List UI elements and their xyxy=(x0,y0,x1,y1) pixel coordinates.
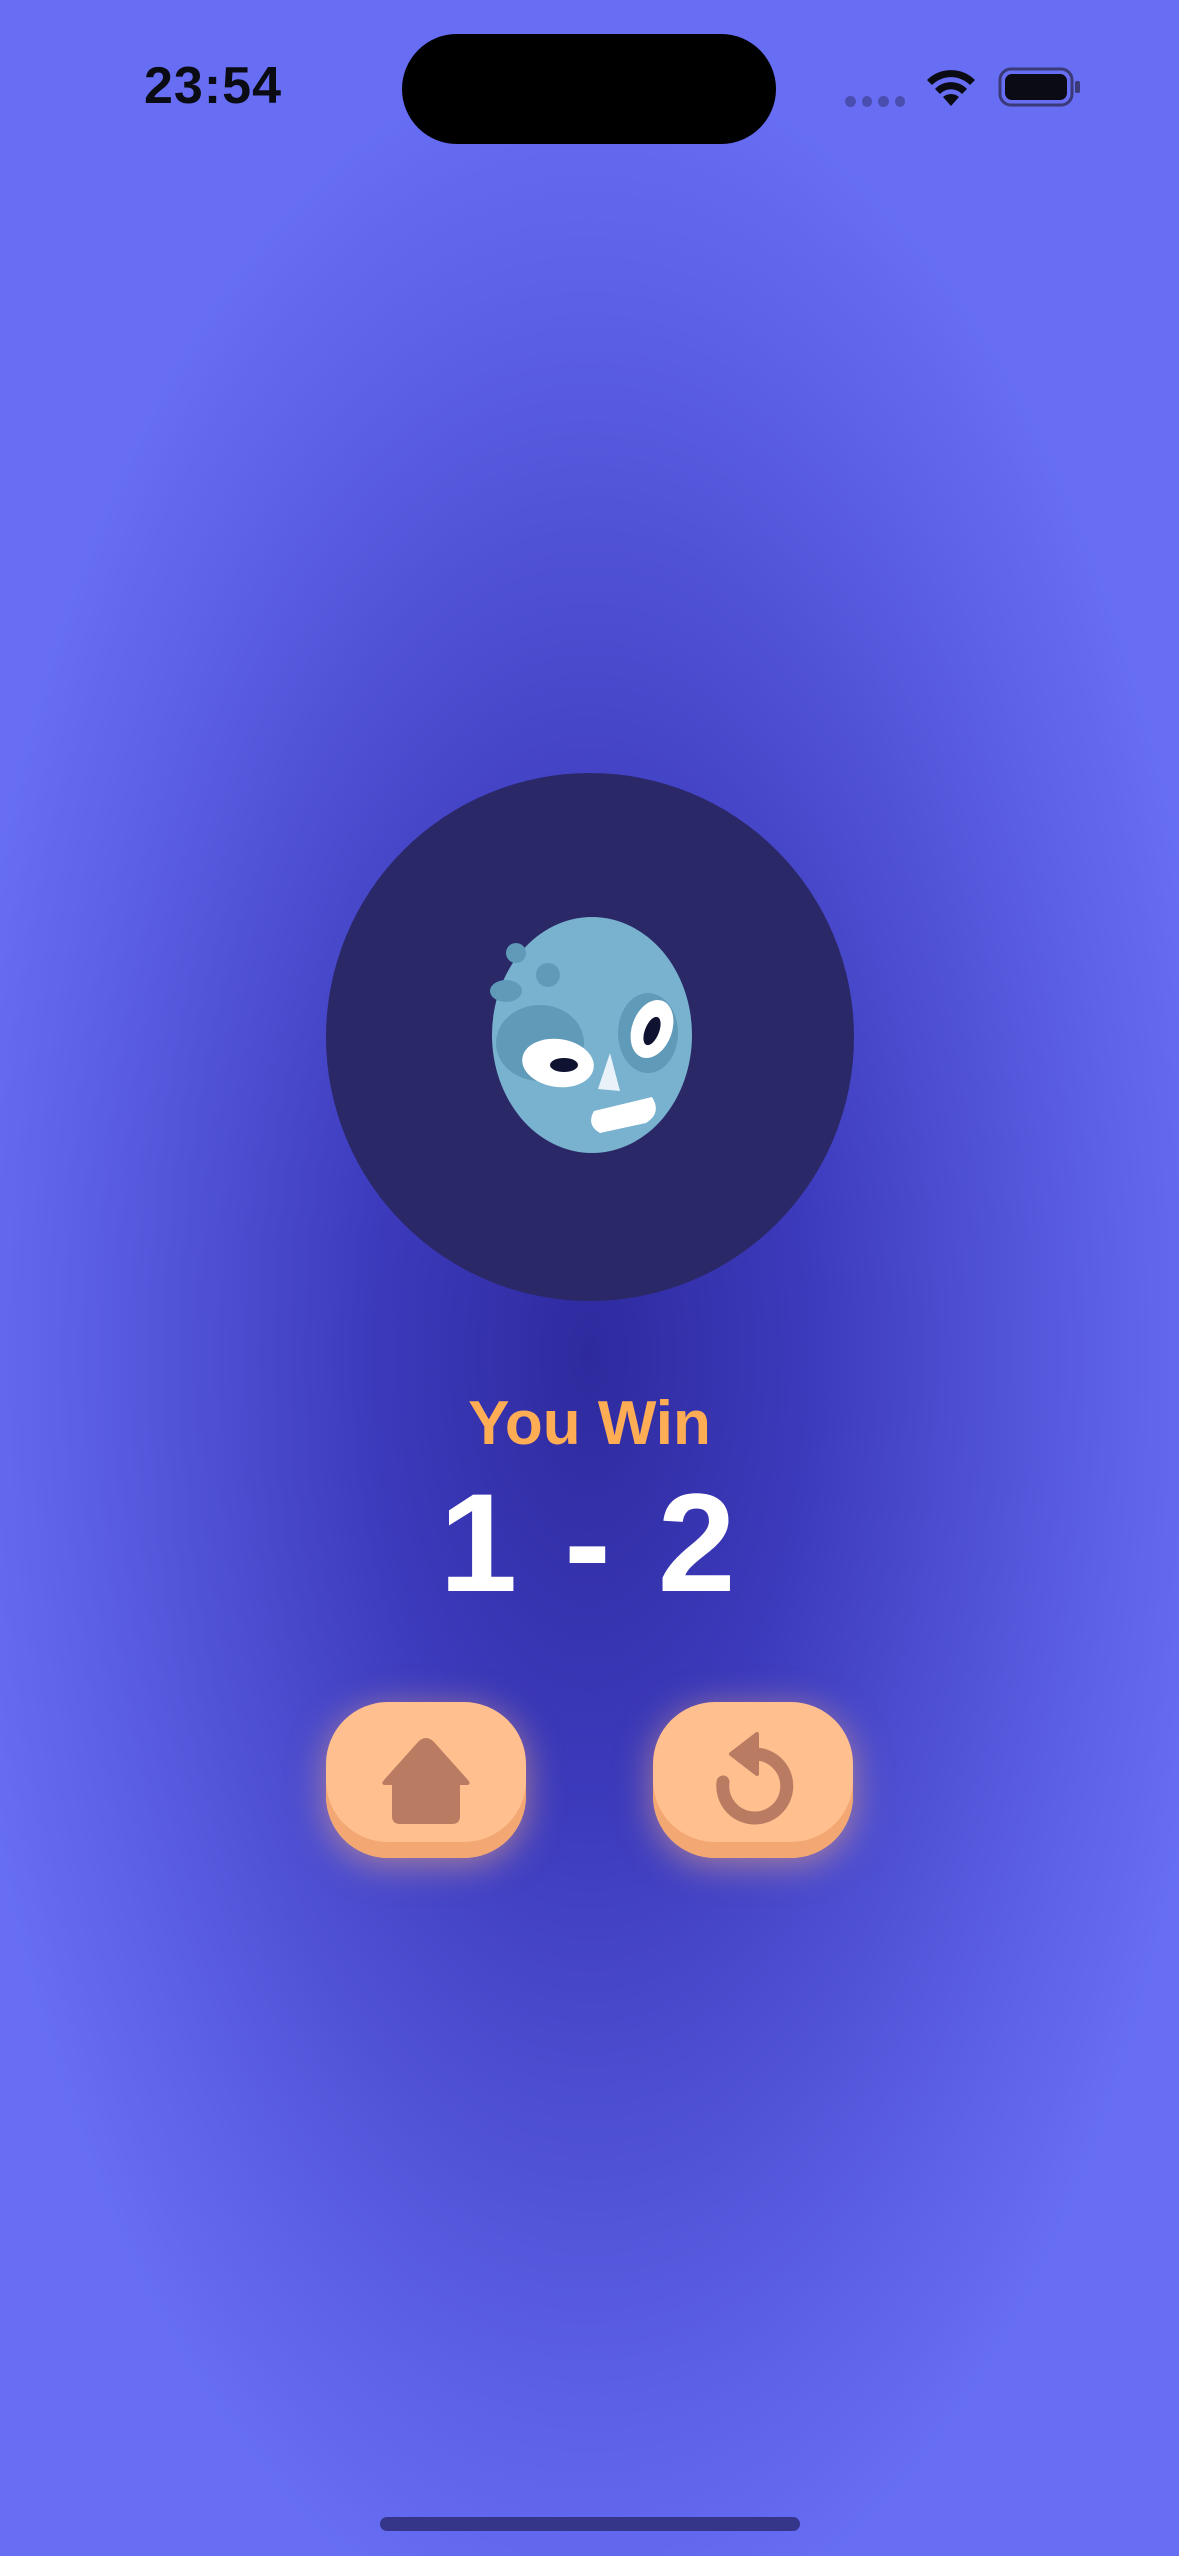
home-button[interactable] xyxy=(326,1702,526,1858)
status-bar: 23:54 xyxy=(0,0,1179,170)
house-icon xyxy=(382,1738,470,1824)
score: 1 - 2 xyxy=(439,1464,740,1621)
dynamic-island xyxy=(402,34,776,144)
zombie-face-icon xyxy=(490,917,692,1153)
cellular-signal-icon xyxy=(845,96,905,108)
battery-icon xyxy=(998,67,1080,107)
restart-button[interactable] xyxy=(653,1702,853,1858)
wifi-icon xyxy=(927,70,975,106)
home-indicator[interactable] xyxy=(380,2517,800,2531)
result-label: You Win xyxy=(468,1389,711,1458)
opponent-avatar xyxy=(326,773,854,1301)
status-time: 23:54 xyxy=(144,57,282,115)
restart-arrow-icon xyxy=(716,1732,794,1825)
